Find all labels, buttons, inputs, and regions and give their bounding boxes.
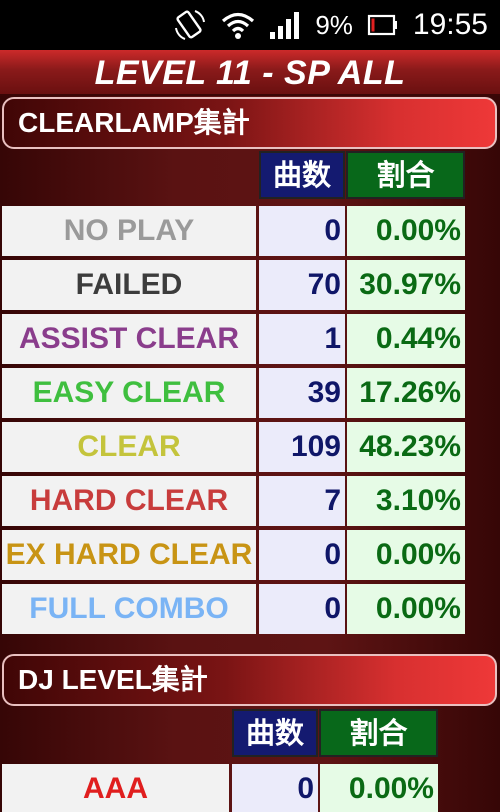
clearlamp-row-count: 70 [259,260,345,310]
battery-percent: 9% [315,9,353,40]
clearlamp-row-count: 109 [259,422,345,472]
clearlamp-row-label: EX HARD CLEAR [2,530,256,580]
rotate-lock-icon [173,8,207,42]
clearlamp-row-label: FAILED [2,260,256,310]
djlevel-row-ratio: 0.00% [320,764,438,812]
clearlamp-row-label: FULL COMBO [2,584,256,634]
clearlamp-row-count: 0 [259,530,345,580]
clearlamp-row-count: 39 [259,368,345,418]
clearlamp-row-ratio: 17.26% [347,368,465,418]
status-bar: 9% 19:55 [0,0,500,50]
battery-icon [367,14,399,36]
clearlamp-row-count: 0 [259,206,345,256]
page-title: LEVEL 11 - SP ALL [0,50,500,96]
djlevel-row-label: AAA [2,764,229,812]
clearlamp-row-count: 1 [259,314,345,364]
clearlamp-ratio-header: 割合 [346,151,465,199]
djlevel-ratio-header: 割合 [319,709,438,757]
clearlamp-row-label: EASY CLEAR [2,368,256,418]
clearlamp-count-header: 曲数 [259,151,345,199]
clearlamp-row-label: NO PLAY [2,206,256,256]
clearlamp-row-label: CLEAR [2,422,256,472]
clearlamp-row-count: 0 [259,584,345,634]
wifi-icon [221,10,255,40]
clearlamp-row-ratio: 3.10% [347,476,465,526]
signal-icon [269,10,301,40]
main-content: LEVEL 11 - SP ALL CLEARLAMP集計 曲数 割合 NO P… [0,50,500,812]
clock: 19:55 [412,8,488,41]
djlevel-row-count: 0 [232,764,318,812]
clearlamp-row-ratio: 0.44% [347,314,465,364]
clearlamp-row-label: HARD CLEAR [2,476,256,526]
clearlamp-row-ratio: 0.00% [347,530,465,580]
clearlamp-row-ratio: 0.00% [347,206,465,256]
clearlamp-row-ratio: 48.23% [347,422,465,472]
clearlamp-row-label: ASSIST CLEAR [2,314,256,364]
clearlamp-row-count: 7 [259,476,345,526]
clearlamp-section-header: CLEARLAMP集計 [2,97,497,149]
djlevel-count-header: 曲数 [232,709,318,757]
clearlamp-row-ratio: 0.00% [347,584,465,634]
djlevel-section-header: DJ LEVEL集計 [2,654,497,706]
clearlamp-row-ratio: 30.97% [347,260,465,310]
